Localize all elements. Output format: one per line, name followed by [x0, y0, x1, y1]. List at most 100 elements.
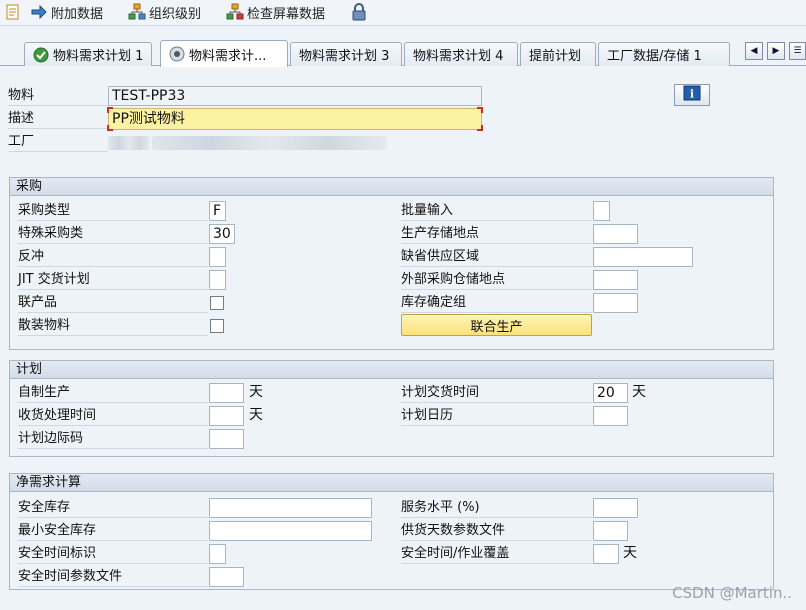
gr-processing-time-unit: 天 [249, 407, 263, 423]
additional-data-button[interactable]: 附加数据 [30, 2, 103, 22]
triangle-right-icon: ▶ [772, 46, 780, 56]
check-screen-data-button[interactable]: 检查屏幕数据 [226, 2, 325, 22]
stock-det-group-field[interactable] [593, 293, 638, 313]
description-field[interactable]: PP测试物料 [108, 108, 482, 130]
arrow-right-icon [30, 3, 48, 21]
planned-delivery-time-label: 计划交货时间 [401, 383, 592, 403]
special-procurement-label: 特殊采购类 [18, 224, 208, 244]
focus-corner [477, 125, 483, 131]
tab-label: 物料需求计... [189, 48, 267, 64]
plant-label: 工厂 [8, 132, 108, 152]
coproduct-label: 联产品 [18, 293, 208, 313]
special-procurement-field[interactable]: 30 [209, 224, 235, 244]
ext-proc-storage-location-field[interactable] [593, 270, 638, 290]
tab-mrp-3[interactable]: 物料需求计划 3 [290, 42, 402, 66]
prod-storage-location-field[interactable] [593, 224, 638, 244]
planned-delivery-time-field[interactable]: 20 [593, 383, 628, 403]
tab-label: 物料需求计划 1 [53, 49, 144, 64]
ext-proc-storage-location-label: 外部采购仓储地点 [401, 270, 592, 290]
description-label: 描述 [8, 109, 108, 129]
triangle-left-icon: ◀ [750, 46, 758, 56]
svg-text:i: i [690, 88, 694, 101]
status-icon [169, 46, 185, 62]
org-levels-label: 组织级别 [149, 6, 202, 22]
list-icon: ☰ [793, 46, 802, 56]
safety-stock-label: 安全库存 [18, 498, 208, 518]
net-requirements-group: 净需求计算 安全库存 最小安全库存 安全时间标识 安全时间参数文件 服务水平 (… [9, 473, 774, 590]
batch-entry-label: 批量输入 [401, 201, 592, 221]
inhouse-production-label: 自制生产 [18, 383, 208, 403]
material-label: 物料 [8, 86, 108, 106]
sched-margin-key-field[interactable] [209, 429, 244, 449]
coverage-profile-label: 供货天数参数文件 [401, 521, 592, 541]
safety-time-indicator-label: 安全时间标识 [18, 544, 208, 564]
org-levels-button[interactable]: 组织级别 [128, 2, 201, 22]
check-data-icon [226, 3, 244, 21]
service-level-field[interactable] [593, 498, 638, 518]
default-supply-area-field[interactable] [593, 247, 693, 267]
tab-list-button[interactable]: ☰ [789, 42, 806, 60]
lock-button[interactable] [350, 2, 368, 22]
safety-time-field[interactable] [593, 544, 619, 564]
planned-delivery-time-unit: 天 [632, 384, 646, 400]
planning-calendar-label: 计划日历 [401, 406, 592, 426]
lock-icon [350, 3, 368, 21]
inhouse-production-unit: 天 [249, 384, 263, 400]
tab-label: 工厂数据/存储 1 [607, 49, 702, 64]
tab-mrp-2[interactable]: 物料需求计... [160, 40, 288, 67]
plant-value-redacted [108, 136, 150, 150]
safety-time-profile-label: 安全时间参数文件 [18, 567, 208, 587]
procurement-type-field[interactable]: F [209, 201, 226, 221]
safety-time-unit: 天 [623, 545, 637, 561]
procurement-type-label: 采购类型 [18, 201, 208, 221]
watermark: CSDN @Martin.. [672, 584, 792, 602]
safety-stock-field[interactable] [209, 498, 372, 518]
tab-scroll-right-button[interactable]: ▶ [767, 42, 785, 60]
group-title: 净需求计算 [10, 474, 773, 492]
tab-mrp-1[interactable]: 物料需求计划 1 [24, 42, 152, 66]
bulk-material-checkbox[interactable] [210, 319, 224, 333]
tab-scroll-left-button[interactable]: ◀ [745, 42, 763, 60]
backflush-label: 反冲 [18, 247, 208, 267]
planning-calendar-field[interactable] [593, 406, 628, 426]
plant-name-redacted [152, 136, 387, 150]
gr-processing-time-label: 收货处理时间 [18, 406, 208, 426]
additional-data-label: 附加数据 [51, 6, 104, 22]
default-supply-area-label: 缺省供应区域 [401, 247, 592, 267]
min-safety-stock-field[interactable] [209, 521, 372, 541]
joint-production-button[interactable]: 联合生产 [401, 314, 592, 336]
tab-label: 提前计划 [529, 49, 582, 64]
inhouse-production-field[interactable] [209, 383, 244, 403]
check-screen-data-label: 检查屏幕数据 [247, 6, 326, 22]
coproduct-checkbox[interactable] [210, 296, 224, 310]
bulk-material-label: 散装物料 [18, 316, 208, 336]
group-title: 采购 [10, 178, 773, 196]
gr-processing-time-field[interactable] [209, 406, 244, 426]
document-icon [4, 3, 22, 21]
jit-schedule-label: JIT 交货计划 [18, 270, 208, 290]
tab-label: 物料需求计划 3 [299, 49, 390, 64]
batch-entry-field[interactable] [593, 201, 610, 221]
coverage-profile-field[interactable] [593, 521, 628, 541]
backflush-field[interactable] [209, 247, 226, 267]
jit-schedule-field[interactable] [209, 270, 226, 290]
sched-margin-key-label: 计划边际码 [18, 429, 208, 449]
safety-time-label: 安全时间/作业覆盖 [401, 544, 592, 564]
tab-mrp-4[interactable]: 物料需求计划 4 [404, 42, 518, 66]
stock-det-group-label: 库存确定组 [401, 293, 592, 313]
purchasing-group: 采购 采购类型 F 特殊采购类 30 反冲 JIT 交货计划 联产品 散装物料 … [9, 177, 774, 350]
org-structure-icon [128, 3, 146, 21]
application-toolbar: 附加数据 组织级别 检查屏幕数据 [0, 0, 806, 26]
info-button[interactable]: i [674, 84, 710, 106]
check-ok-icon [33, 47, 49, 63]
safety-time-indicator-field[interactable] [209, 544, 226, 564]
material-field[interactable]: TEST-PP33 [108, 86, 482, 106]
focus-corner [107, 125, 113, 131]
new-entries-button[interactable] [4, 2, 22, 22]
tab-plant-data-storage-1[interactable]: 工厂数据/存储 1 [598, 42, 730, 66]
focus-corner [107, 107, 113, 113]
tab-forecasting[interactable]: 提前计划 [520, 42, 596, 66]
group-title: 计划 [10, 361, 773, 379]
tab-strip: 物料需求计划 1 物料需求计... 物料需求计划 3 物料需求计划 4 提前计划… [0, 38, 806, 67]
safety-time-profile-field[interactable] [209, 567, 244, 587]
